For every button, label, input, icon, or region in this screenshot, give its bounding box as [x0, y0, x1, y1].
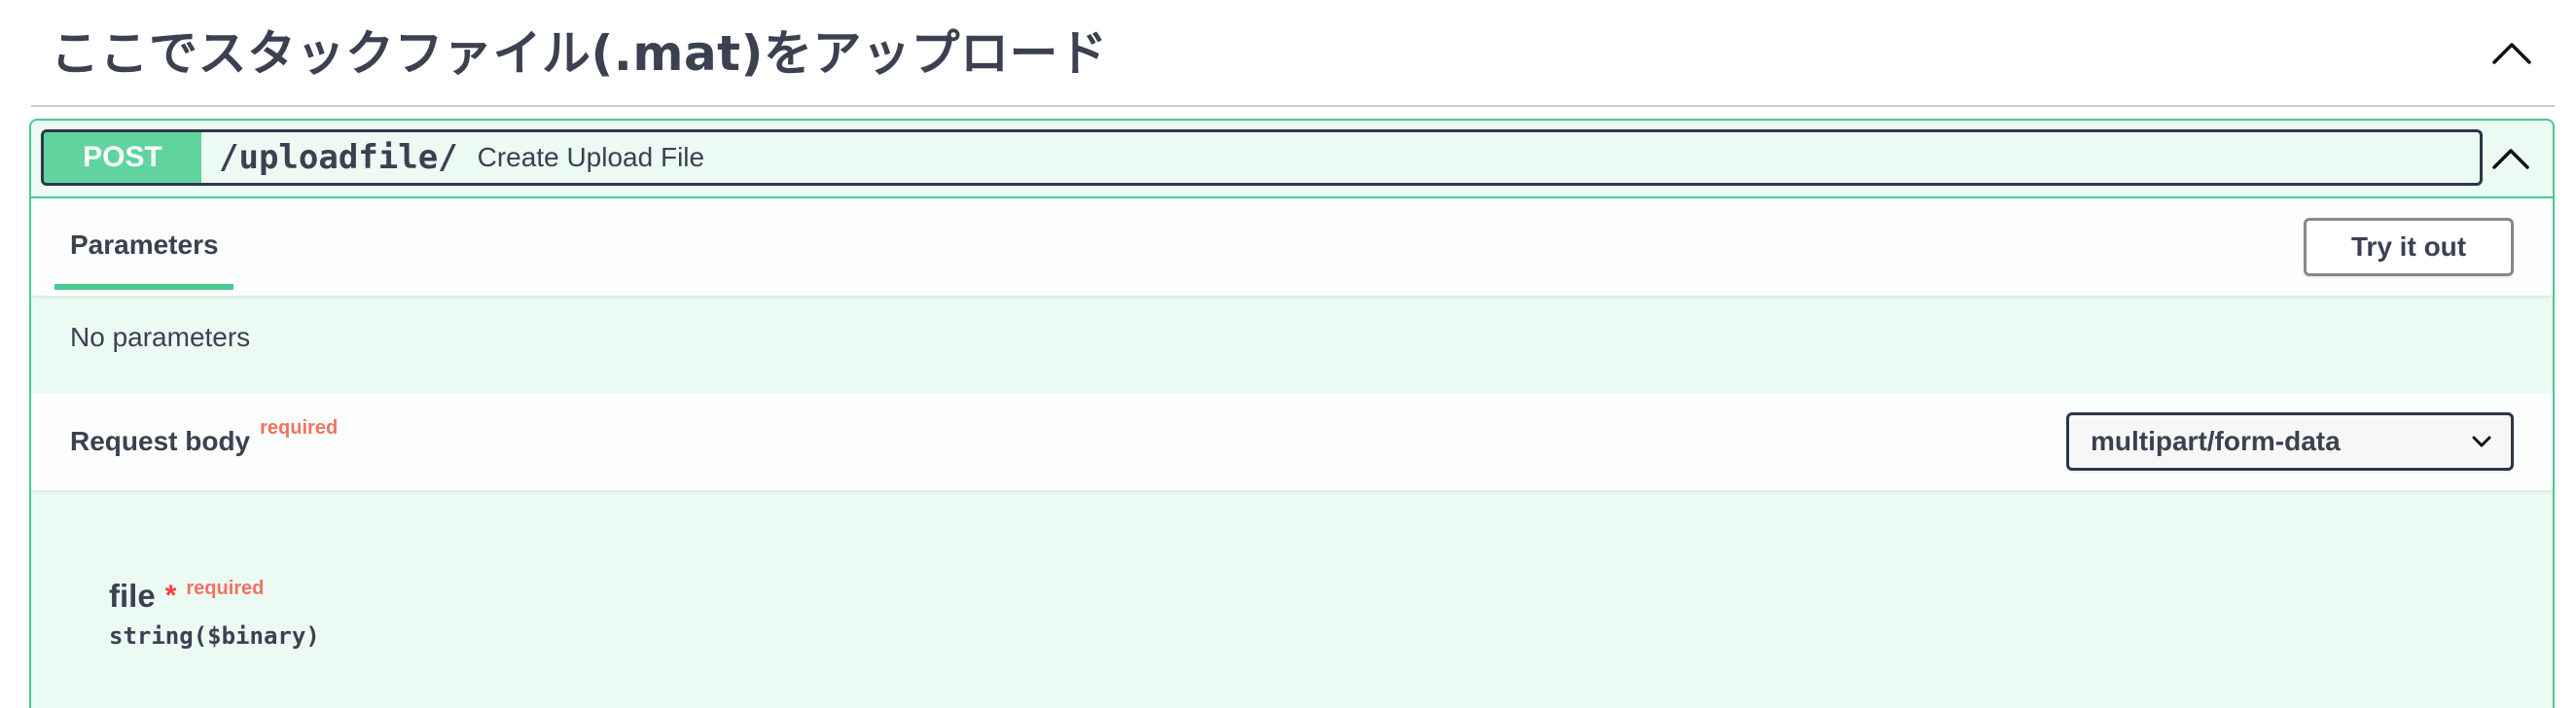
parameters-header: Parameters Try it out — [31, 198, 2553, 296]
operation-summary-control[interactable]: POST /uploadfile/ Create Upload File — [41, 129, 2483, 186]
field-name: file — [109, 578, 156, 614]
operation-block: POST /uploadfile/ Create Upload File Par… — [29, 119, 2555, 708]
field-name-row: file * required — [109, 578, 320, 615]
operation-collapse-button[interactable] — [2483, 130, 2539, 187]
field-required-label: required — [186, 578, 265, 599]
request-body-header: Request body required multipart/form-dat… — [31, 393, 2553, 490]
tag-header[interactable]: ここでスタックファイル(.mat)をアップロード — [31, 0, 2555, 107]
method-badge: POST — [44, 132, 201, 183]
tab-parameters[interactable]: Parameters — [54, 198, 234, 292]
tag-title: ここでスタックファイル(.mat)をアップロード — [51, 25, 1108, 82]
tag-toggle-button[interactable] — [2483, 23, 2541, 82]
chevron-up-icon — [2492, 149, 2529, 169]
operation-path: /uploadfile/ — [219, 138, 458, 177]
chevron-up-icon — [2492, 43, 2531, 64]
required-star: * — [164, 580, 177, 612]
form-field-file: file * required string($binary) — [109, 578, 320, 650]
chevron-down-icon — [2472, 436, 2491, 447]
request-body-label: Request body — [70, 426, 251, 456]
swagger-page: ここでスタックファイル(.mat)をアップロード POST /uploadfil… — [0, 0, 2576, 708]
request-body-title: Request body required — [70, 393, 338, 490]
content-type-value: multipart/form-data — [2091, 426, 2341, 456]
try-it-out-button[interactable]: Try it out — [2304, 218, 2514, 276]
operation-description: Create Upload File — [477, 142, 705, 172]
content-type-select[interactable]: multipart/form-data — [2066, 412, 2514, 471]
required-badge: required — [260, 416, 339, 439]
tab-active-indicator — [54, 284, 233, 290]
field-type: string($binary) — [109, 622, 320, 650]
no-parameters-text: No parameters — [70, 322, 251, 352]
operation-summary: POST /uploadfile/ Create Upload File — [31, 121, 2553, 198]
